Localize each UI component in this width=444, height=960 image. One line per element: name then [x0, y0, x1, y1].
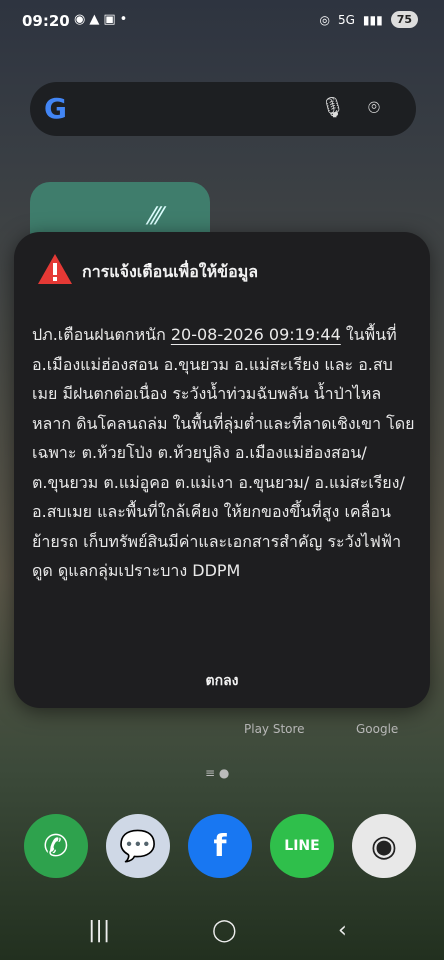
recents-icon[interactable]: |||	[88, 918, 110, 943]
ok-button[interactable]: ตกลง	[14, 670, 430, 692]
camera-app-icon[interactable]: ◉	[352, 814, 416, 878]
gallery-icon: ▣	[103, 12, 120, 27]
play-store-label[interactable]: Play Store	[244, 722, 305, 736]
lens-icon[interactable]: ⌾	[368, 95, 380, 119]
page-indicator: ≡ ●	[205, 766, 230, 780]
signal-icon: ▮▮▮	[362, 12, 383, 27]
google-search-bar[interactable]: G 🎙 ⌾	[30, 82, 416, 136]
line-icon: ◉	[74, 12, 90, 27]
battery-level: 75	[390, 11, 418, 28]
messages-app-icon[interactable]: 💬	[106, 814, 170, 878]
widget-icon: ⁄⁄⁄	[150, 202, 163, 230]
alert-body-text: ในพื้นที่ อ.เมืองแม่ฮ่องสอน อ.ขุนยวม อ.แ…	[32, 325, 415, 580]
alert-body-prefix: ปภ.เตือนฝนตกหนัก	[32, 325, 171, 344]
warning-icon: ▲	[89, 12, 104, 27]
phone-app-icon[interactable]: ✆	[24, 814, 88, 878]
google-logo: G	[44, 92, 67, 125]
navigation-bar: ||| ◯ ‹	[0, 910, 444, 960]
emergency-alert-dialog: การแจ้งเตือนเพื่อให้ข้อมูล ปภ.เตือนฝนตกห…	[14, 232, 430, 708]
google-label[interactable]: Google	[356, 722, 398, 736]
warning-triangle-icon	[38, 254, 72, 284]
alert-timestamp[interactable]: 20-08-2026 09:19:44	[171, 325, 341, 344]
alert-title: การแจ้งเตือนเพื่อให้ข้อมูล	[82, 262, 259, 281]
back-icon[interactable]: ‹	[338, 918, 347, 943]
facebook-app-icon[interactable]: f	[188, 814, 252, 878]
network-label: 5G	[337, 12, 355, 27]
home-icon[interactable]: ◯	[212, 918, 237, 943]
hotspot-icon: ◎	[319, 12, 330, 27]
alert-body: ปภ.เตือนฝนตกหนัก 20-08-2026 09:19:44 ในพ…	[32, 320, 416, 586]
line-app-icon[interactable]: LINE	[270, 814, 334, 878]
app-dock: ✆ 💬 f LINE ◉	[0, 814, 444, 884]
status-bar: 09:20 ◉▲▣• ◎ 5G ▮▮▮ 75	[0, 0, 444, 44]
notification-icons: ◉▲▣•	[74, 12, 131, 27]
home-app-labels: Play Store Google	[0, 722, 444, 742]
dot-icon: •	[119, 12, 132, 27]
status-time: 09:20	[22, 12, 70, 30]
system-icons: ◎ 5G ▮▮▮ 75	[319, 11, 418, 28]
mic-icon[interactable]: 🎙	[320, 95, 345, 119]
